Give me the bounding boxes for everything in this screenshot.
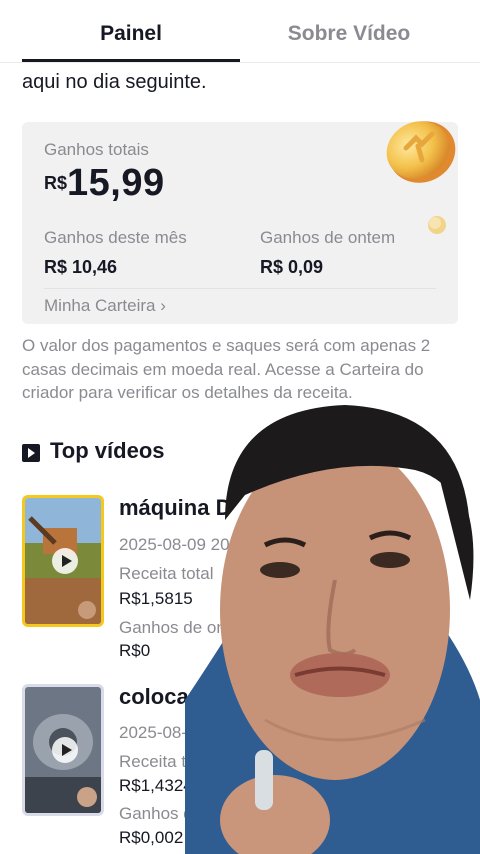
total-revenue-value: R$1,5815 bbox=[119, 589, 193, 608]
play-square-icon bbox=[22, 444, 40, 462]
total-earnings: R$15,99 bbox=[44, 162, 165, 205]
yesterday-earnings-value: R$ 0,09 bbox=[260, 257, 324, 277]
video-thumbnail[interactable] bbox=[22, 684, 104, 816]
intro-text: aqui no dia seguinte. bbox=[22, 71, 207, 93]
card-divider bbox=[44, 288, 436, 289]
payment-note: O valor dos pagamentos e saques será com… bbox=[22, 336, 431, 402]
month-earnings-value: R$ 10,46 bbox=[44, 257, 118, 277]
video-thumbnail[interactable] bbox=[22, 495, 104, 627]
tab-sobre-video[interactable]: Sobre Vídeo bbox=[240, 22, 458, 46]
yesterday-earnings-value: R$0,002 bbox=[119, 828, 184, 847]
small-coin-icon bbox=[428, 216, 446, 234]
play-icon bbox=[52, 737, 78, 763]
person-camera-overlay bbox=[185, 405, 480, 854]
yesterday-earnings-label: Ganhos de ontem bbox=[260, 228, 396, 247]
tab-bar: Painel Sobre Vídeo bbox=[0, 0, 480, 63]
total-revenue-value: R$1,4324 bbox=[119, 776, 193, 795]
top-videos-title: Top vídeos bbox=[50, 438, 165, 463]
month-earnings-label: Ganhos deste mês bbox=[44, 228, 187, 247]
earnings-card: Ganhos totais R$15,99 Ganhos deste mês R… bbox=[22, 121, 458, 324]
total-earnings-value: 15,99 bbox=[67, 162, 165, 204]
currency-symbol: R$ bbox=[44, 173, 68, 193]
tab-painel[interactable]: Painel bbox=[22, 22, 240, 46]
yesterday-earnings-value: R$0 bbox=[119, 641, 151, 660]
play-icon bbox=[52, 548, 78, 574]
my-wallet-link[interactable]: Minha Carteira › bbox=[44, 296, 166, 316]
active-tab-indicator bbox=[22, 59, 240, 62]
coin-icon bbox=[386, 121, 456, 183]
total-earnings-label: Ganhos totais bbox=[44, 140, 149, 159]
